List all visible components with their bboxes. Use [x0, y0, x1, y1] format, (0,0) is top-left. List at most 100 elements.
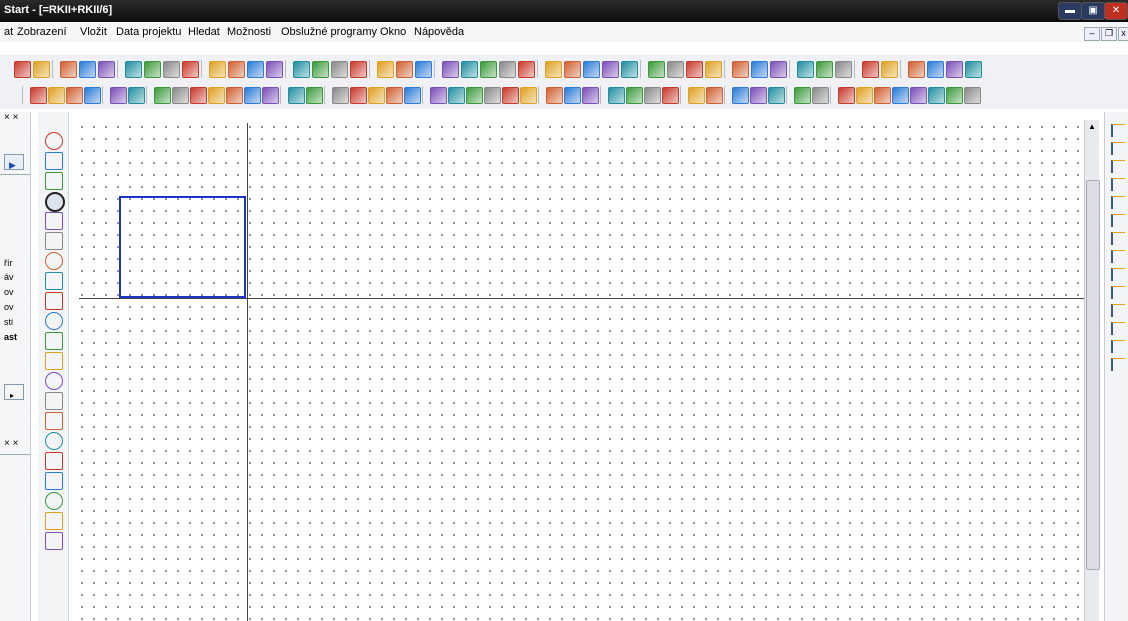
menu-item-napoveda[interactable]: Nápověda: [414, 26, 464, 38]
scroll-up-icon[interactable]: ▲: [1088, 122, 1096, 131]
ellipse-tool-icon[interactable]: [45, 232, 63, 250]
right-tool-icon[interactable]: [1111, 124, 1125, 137]
rectangle-tool-icon[interactable]: [45, 192, 65, 212]
right-tool-icon[interactable]: [1111, 142, 1125, 155]
circle-tool-icon[interactable]: [45, 212, 63, 230]
toolbar-tool-icon[interactable]: [404, 87, 421, 104]
menu-item-data-projektu[interactable]: Data projektu: [116, 26, 181, 38]
toolbar-tool-icon[interactable]: [838, 87, 855, 104]
toolbar-tool-icon[interactable]: [732, 87, 749, 104]
toolbar-tool-icon[interactable]: [502, 87, 519, 104]
toolbar-tool-icon[interactable]: [706, 87, 723, 104]
toolbar-tool-icon[interactable]: [946, 61, 963, 78]
toolbar-tool-icon[interactable]: [688, 87, 705, 104]
vertical-scrollbar[interactable]: ▲: [1084, 120, 1100, 621]
panel-expand-button[interactable]: ▶: [4, 154, 24, 170]
panel-close-1[interactable]: × ×: [4, 112, 18, 123]
toolbar-tool-icon[interactable]: [965, 61, 982, 78]
toolbar-tool-icon[interactable]: [621, 61, 638, 78]
mdi-close-button[interactable]: x: [1118, 27, 1128, 41]
right-tool-icon[interactable]: [1111, 214, 1125, 227]
toolbar-tool-icon[interactable]: [602, 61, 619, 78]
toolbar-tool-icon[interactable]: [98, 61, 115, 78]
polyline-tool-icon[interactable]: [45, 152, 63, 170]
toolbar-tool-icon[interactable]: [770, 61, 787, 78]
toolbar-tool-icon[interactable]: [667, 61, 684, 78]
toolbar-tool-icon[interactable]: [564, 61, 581, 78]
toolbar-tool-icon[interactable]: [247, 61, 264, 78]
panel-close-2[interactable]: × ×: [4, 438, 18, 449]
menu-item-vlozit[interactable]: Vložit: [80, 26, 107, 38]
toolbar-tool-icon[interactable]: [30, 87, 47, 104]
toolbar-tool-icon[interactable]: [964, 87, 981, 104]
scrollbar-thumb[interactable]: [1086, 180, 1100, 570]
right-tool-icon[interactable]: [1111, 160, 1125, 173]
toolbar-tool-icon[interactable]: [110, 87, 127, 104]
toolbar-tool-icon[interactable]: [812, 87, 829, 104]
toolbar-tool-icon[interactable]: [266, 61, 283, 78]
toolbar-tool-icon[interactable]: [686, 61, 703, 78]
toolbar-tool-icon[interactable]: [545, 61, 562, 78]
toolbar-tool-icon[interactable]: [881, 61, 898, 78]
toolbar-tool-icon[interactable]: [442, 61, 459, 78]
arc-tool-icon[interactable]: [45, 252, 63, 270]
drawing-canvas[interactable]: [72, 116, 1098, 621]
right-tool-icon[interactable]: [1111, 358, 1125, 371]
toolbar-tool-icon[interactable]: [835, 61, 852, 78]
menu-item-obsluzne-programy[interactable]: Obslužné programy: [281, 26, 377, 38]
toolbar-tool-icon[interactable]: [377, 61, 394, 78]
toolbar-tool-icon[interactable]: [750, 87, 767, 104]
image-tool-icon[interactable]: [45, 372, 63, 390]
toolbar-tool-icon[interactable]: [927, 61, 944, 78]
toolbar-tool-icon[interactable]: [794, 87, 811, 104]
toolbar-tool-icon[interactable]: [331, 61, 348, 78]
toolbar-tool-icon[interactable]: [66, 87, 83, 104]
toolbar-tool-icon[interactable]: [262, 87, 279, 104]
toolbar-tool-icon[interactable]: [705, 61, 722, 78]
toolbar-tool-icon[interactable]: [288, 87, 305, 104]
toolbar-tool-icon[interactable]: [386, 87, 403, 104]
clock-arc-tool-icon[interactable]: [45, 292, 63, 310]
mdi-restore-button[interactable]: ❐: [1101, 27, 1117, 41]
right-tool-icon[interactable]: [1111, 196, 1125, 209]
selected-rectangle[interactable]: [119, 196, 246, 298]
minimize-button[interactable]: ▬: [1058, 2, 1082, 20]
toolbar-tool-icon[interactable]: [520, 87, 537, 104]
toolbar-tool-icon[interactable]: [732, 61, 749, 78]
toolbar-tool-icon[interactable]: [33, 61, 50, 78]
text-tool-icon[interactable]: [45, 352, 63, 370]
dimension-tool-icon[interactable]: [45, 412, 63, 430]
toolbar-tool-icon[interactable]: [946, 87, 963, 104]
toolbar-tool-icon[interactable]: [350, 61, 367, 78]
toolbar-tool-icon[interactable]: [125, 61, 142, 78]
curve-tool-icon[interactable]: [45, 272, 63, 290]
close-button[interactable]: ✕: [1104, 2, 1128, 20]
toolbar-tool-icon[interactable]: [583, 61, 600, 78]
menu-item-zobrazeni[interactable]: Zobrazení: [17, 26, 67, 38]
toolbar-tool-icon[interactable]: [332, 87, 349, 104]
chain-dimension-tool-icon[interactable]: [45, 472, 63, 490]
right-tool-icon[interactable]: [1111, 178, 1125, 191]
toolbar-tool-icon[interactable]: [816, 61, 833, 78]
right-tool-icon[interactable]: [1111, 304, 1125, 317]
line-tool-icon[interactable]: [45, 132, 63, 150]
toolbar-tool-icon[interactable]: [368, 87, 385, 104]
toolbar-tool-icon[interactable]: [648, 61, 665, 78]
toolbar-tool-icon[interactable]: [644, 87, 661, 104]
right-tool-icon[interactable]: [1111, 268, 1125, 281]
toolbar-tool-icon[interactable]: [228, 61, 245, 78]
toolbar-tool-icon[interactable]: [84, 87, 101, 104]
toolbar-tool-icon[interactable]: [79, 61, 96, 78]
mdi-minimize-button[interactable]: –: [1084, 27, 1100, 41]
menu-item-okno[interactable]: Okno: [380, 26, 406, 38]
toolbar-tool-icon[interactable]: [461, 61, 478, 78]
toolbar-tool-icon[interactable]: [14, 61, 31, 78]
right-tool-icon[interactable]: [1111, 250, 1125, 263]
toolbar-tool-icon[interactable]: [209, 61, 226, 78]
toolbar-tool-icon[interactable]: [582, 87, 599, 104]
right-tool-icon[interactable]: [1111, 232, 1125, 245]
toolbar-tool-icon[interactable]: [293, 61, 310, 78]
measure-tool-icon[interactable]: [45, 432, 63, 450]
toolbar-tool-icon[interactable]: [484, 87, 501, 104]
toolbar-tool-icon[interactable]: [182, 61, 199, 78]
